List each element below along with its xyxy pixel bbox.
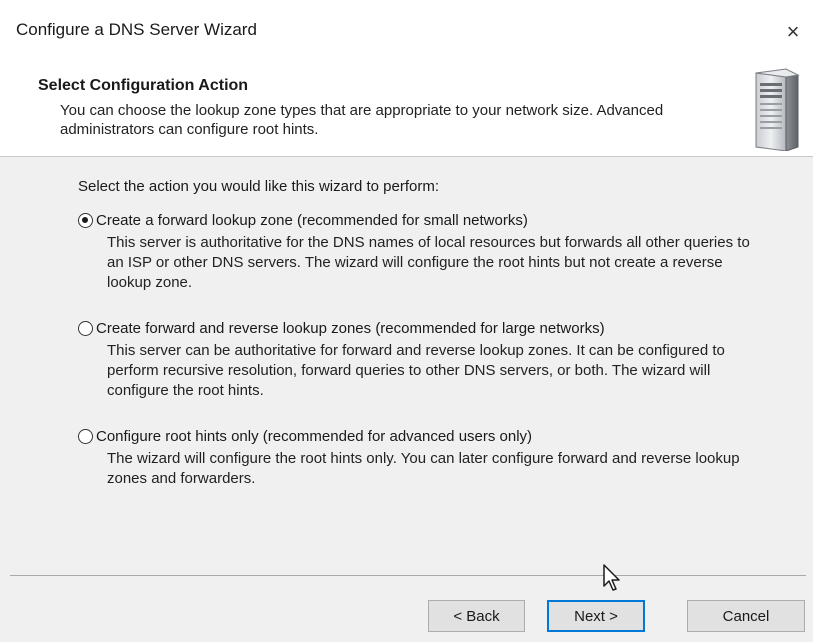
- wizard-footer: < Back Next > Cancel: [0, 576, 813, 642]
- cancel-button[interactable]: Cancel: [687, 600, 805, 632]
- radio-forward-lookup-zone[interactable]: Create a forward lookup zone (recommende…: [78, 209, 778, 231]
- radio-button[interactable]: [78, 428, 93, 444]
- page-description: You can choose the lookup zone types tha…: [60, 102, 664, 138]
- radio-root-hints-only[interactable]: Configure root hints only (recommended f…: [78, 425, 778, 447]
- radio-button-selected[interactable]: [78, 212, 93, 228]
- radio-button[interactable]: [78, 320, 93, 336]
- page-title: Select Configuration Action: [38, 77, 249, 94]
- option-description: The wizard will configure the root hints…: [107, 450, 740, 487]
- title-bar: Configure a DNS Server Wizard ×: [0, 0, 813, 62]
- option-root-hints-only: Configure root hints only (recommended f…: [78, 425, 778, 489]
- wizard-body: Select the action you would like this wi…: [0, 157, 813, 575]
- option-description: This server is authoritative for the DNS…: [107, 234, 750, 291]
- option-label[interactable]: Create a forward lookup zone (recommende…: [96, 212, 528, 229]
- option-label[interactable]: Configure root hints only (recommended f…: [96, 428, 532, 445]
- server-icon: [755, 68, 800, 151]
- option-label[interactable]: Create forward and reverse lookup zones …: [96, 320, 605, 337]
- option-forward-lookup-zone: Create a forward lookup zone (recommende…: [78, 209, 778, 293]
- wizard-header: Select Configuration Action You can choo…: [0, 62, 813, 157]
- option-forward-and-reverse: Create forward and reverse lookup zones …: [78, 317, 778, 401]
- radio-forward-and-reverse[interactable]: Create forward and reverse lookup zones …: [78, 317, 778, 339]
- close-button[interactable]: ×: [773, 16, 813, 48]
- close-icon: ×: [786, 19, 800, 44]
- next-button[interactable]: Next >: [547, 600, 645, 632]
- back-button[interactable]: < Back: [428, 600, 525, 632]
- option-description: This server can be authoritative for for…: [107, 342, 725, 399]
- action-prompt: Select the action you would like this wi…: [78, 178, 440, 195]
- mouse-cursor-icon: [603, 564, 620, 591]
- dns-wizard-window: Configure a DNS Server Wizard × Select C…: [0, 0, 813, 642]
- window-title: Configure a DNS Server Wizard: [16, 20, 257, 39]
